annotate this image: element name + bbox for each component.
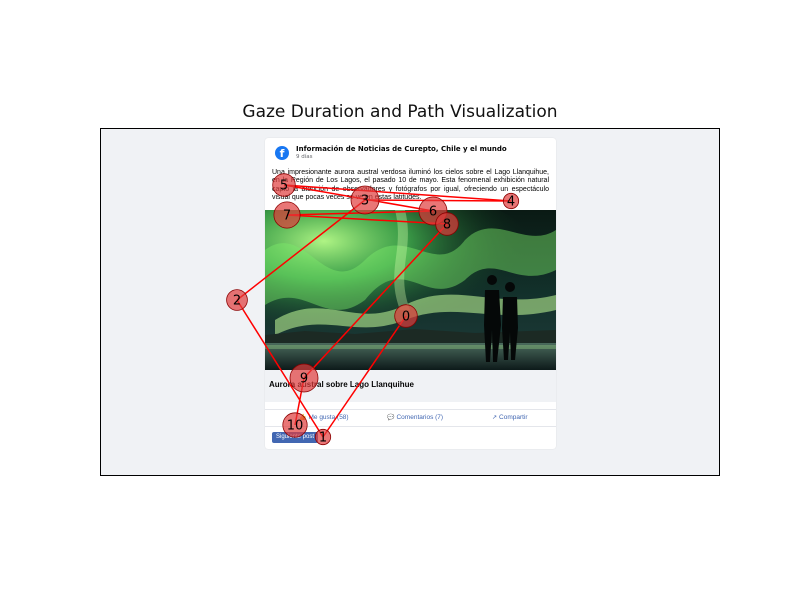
- fixation-label: 8: [443, 218, 451, 233]
- fixation-point: 10: [282, 412, 308, 438]
- figure-title: Gaze Duration and Path Visualization: [242, 102, 558, 122]
- fixation-label: 2: [233, 294, 241, 309]
- gaze-overlay: 0 1 2 3 4 5 6 7 8 9 10: [226, 173, 520, 446]
- fixation-point: 1: [314, 428, 332, 446]
- fixation-label: 9: [300, 372, 308, 387]
- gaze-segment: [303, 223, 448, 379]
- fixation-point: 3: [350, 185, 380, 215]
- fixation-label: 3: [361, 194, 369, 209]
- fixation-point: 5: [272, 173, 296, 197]
- fixation-point: 8: [435, 212, 459, 236]
- fixation-point: 0: [394, 304, 418, 328]
- fixation-label: 7: [283, 209, 291, 224]
- gaze-fixations: 0 1 2 3 4 5 6 7 8 9 10: [226, 173, 520, 446]
- fixation-label: 4: [507, 195, 515, 210]
- gaze-segment: [283, 184, 512, 202]
- fixation-label: 6: [429, 205, 437, 220]
- fixation-label: 10: [287, 419, 304, 434]
- fixation-point: 7: [273, 201, 301, 229]
- fixation-label: 1: [319, 431, 327, 446]
- fixation-point: 4: [502, 192, 520, 210]
- plot-area: f Información de Noticias de Curepto, Ch…: [100, 128, 720, 476]
- fixation-point: 9: [289, 363, 319, 393]
- fixation-point: 2: [226, 289, 248, 311]
- fixation-label: 0: [402, 310, 410, 325]
- fixation-label: 5: [280, 179, 288, 194]
- gaze-segment: [322, 315, 407, 438]
